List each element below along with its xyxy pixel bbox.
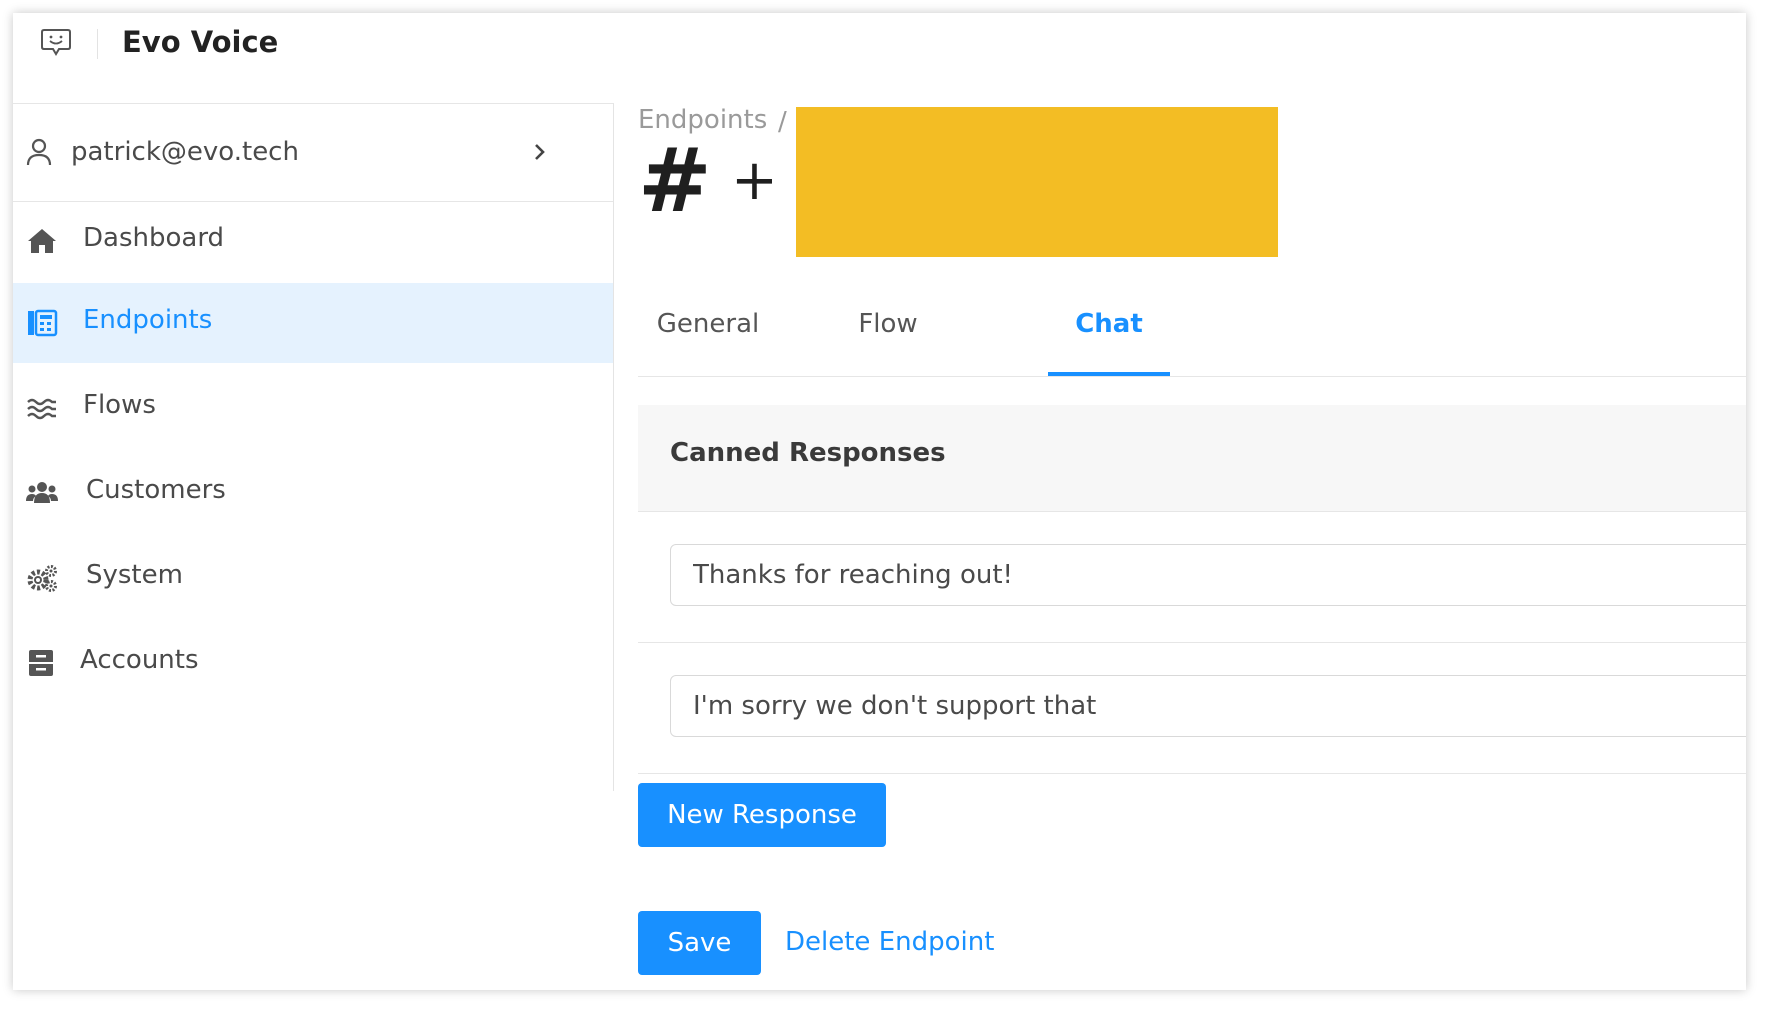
- customers-icon: [26, 482, 58, 503]
- plus-sign: +: [731, 148, 778, 213]
- save-button[interactable]: Save: [638, 911, 761, 975]
- redacted-block: [796, 107, 1278, 257]
- app-title: Evo Voice: [122, 25, 279, 59]
- tab-label: Flow: [858, 309, 918, 339]
- tab-bar: General Flow Chat: [638, 286, 1746, 377]
- header-divider: [97, 29, 98, 59]
- sidebar-item-endpoints[interactable]: Endpoints: [13, 283, 613, 363]
- user-account-row[interactable]: patrick@evo.tech: [13, 104, 613, 202]
- breadcrumb-separator: /: [778, 107, 787, 137]
- user-icon: [26, 138, 52, 166]
- tab-chat[interactable]: Chat: [1048, 286, 1170, 376]
- accounts-icon: [29, 650, 53, 676]
- response-input-2[interactable]: [670, 675, 1746, 737]
- sidebar-item-label: Customers: [86, 475, 226, 505]
- tab-label: Chat: [1075, 309, 1143, 339]
- flows-icon: [27, 398, 56, 420]
- sidebar-item-label: Endpoints: [83, 305, 213, 335]
- sidebar-item-customers[interactable]: Customers: [13, 453, 613, 533]
- tab-label: General: [656, 309, 760, 339]
- sidebar-item-label: Flows: [83, 390, 156, 420]
- sidebar-item-dashboard[interactable]: Dashboard: [13, 201, 613, 281]
- chevron-right-icon[interactable]: [533, 142, 547, 162]
- response-row: [638, 512, 1746, 643]
- sidebar: patrick@evo.tech Dashboard Endpoints Flo…: [13, 103, 614, 791]
- sidebar-item-accounts[interactable]: Accounts: [13, 623, 613, 703]
- new-response-button[interactable]: New Response: [638, 783, 886, 847]
- sidebar-item-label: System: [86, 560, 183, 590]
- tab-general[interactable]: General: [638, 286, 778, 376]
- user-email: patrick@evo.tech: [71, 137, 299, 167]
- chat-bubble-icon[interactable]: [39, 25, 73, 59]
- delete-endpoint-link[interactable]: Delete Endpoint: [785, 927, 994, 957]
- app-window: Evo Voice patrick@evo.tech Dashboard End…: [13, 13, 1746, 990]
- home-icon: [28, 229, 56, 253]
- tab-flow[interactable]: Flow: [823, 286, 953, 376]
- sidebar-item-label: Accounts: [80, 645, 199, 675]
- sidebar-item-flows[interactable]: Flows: [13, 368, 613, 448]
- app-header: Evo Voice: [13, 13, 1746, 101]
- hash-icon: #: [638, 129, 712, 232]
- panel-title: Canned Responses: [670, 438, 946, 468]
- response-input-1[interactable]: [670, 544, 1746, 606]
- sidebar-item-label: Dashboard: [83, 223, 225, 253]
- endpoints-icon: [28, 309, 58, 337]
- response-row: [638, 643, 1746, 774]
- sidebar-item-system[interactable]: System: [13, 538, 613, 618]
- canned-responses-header: Canned Responses: [638, 405, 1746, 512]
- gears-icon: [27, 565, 57, 592]
